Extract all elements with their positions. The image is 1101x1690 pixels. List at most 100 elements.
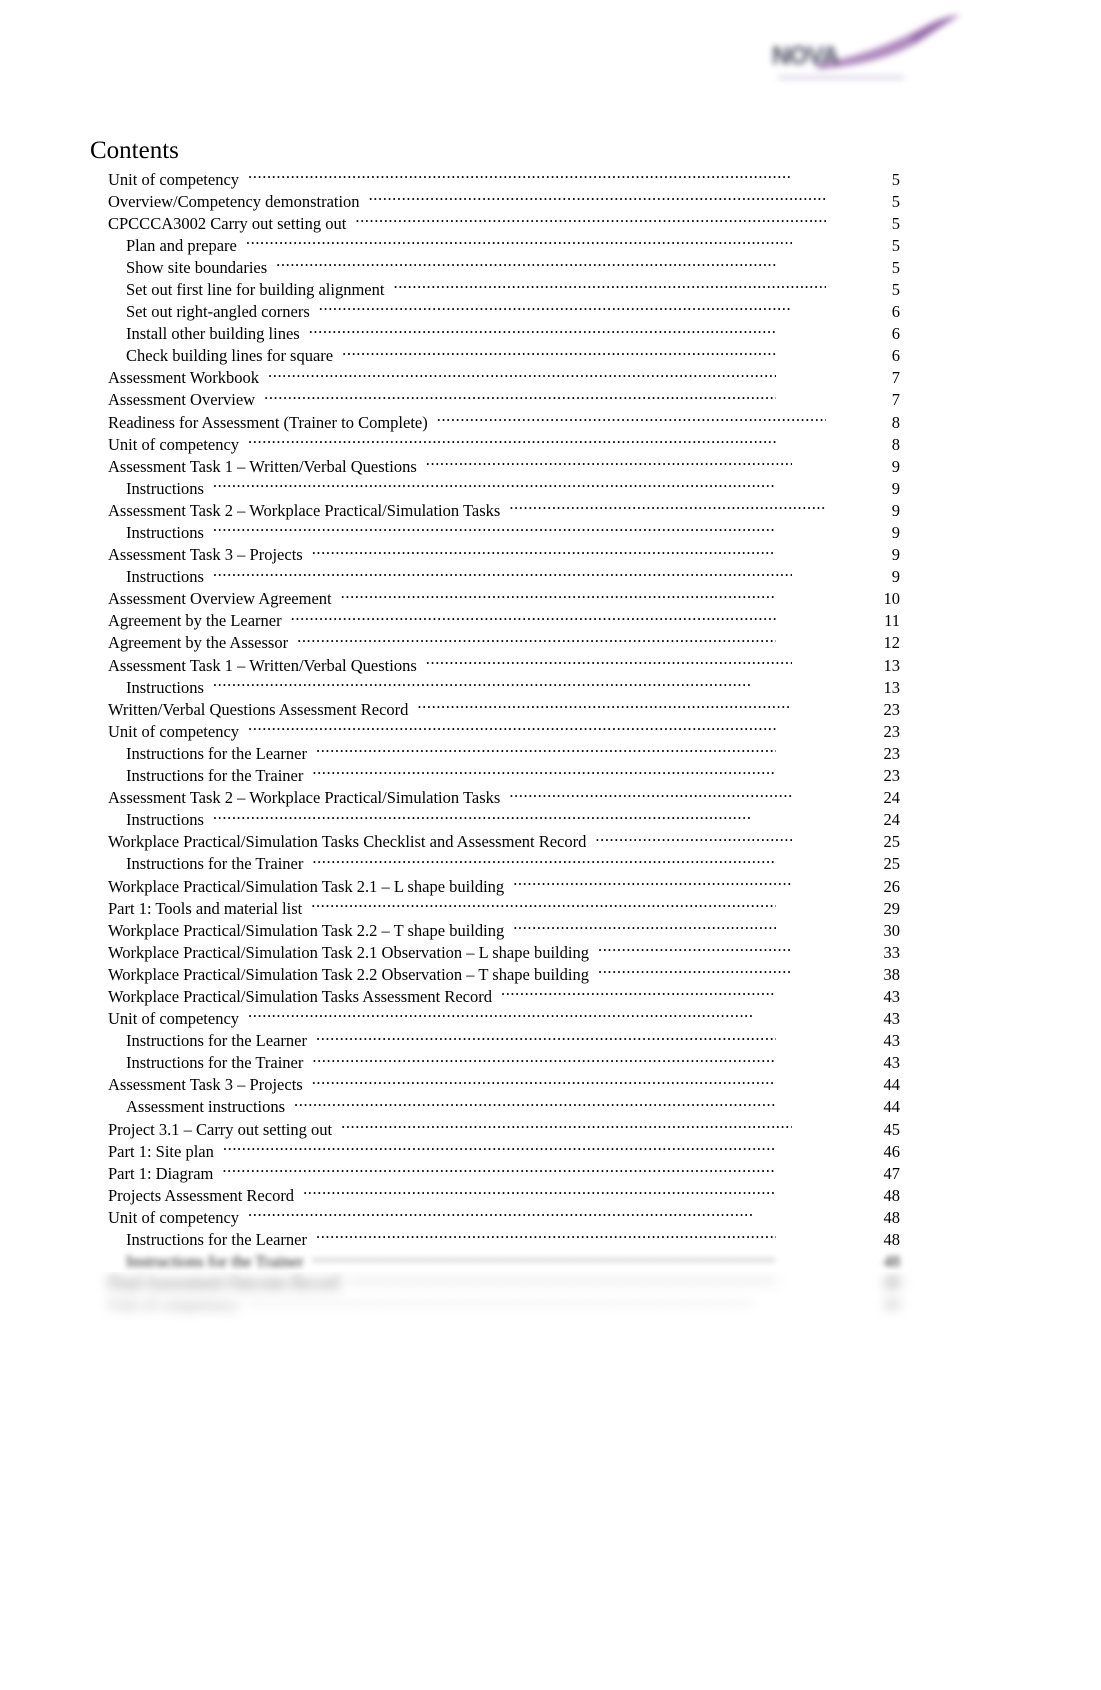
toc-entry-page-number: 46 (883, 1141, 901, 1161)
toc-dot-leader (355, 212, 826, 229)
toc-entry[interactable]: Workplace Practical/Simulation Task 2.2 … (108, 919, 900, 941)
toc-entry-page-number: 33 (883, 942, 901, 962)
toc-entry-label: Unit of competency (108, 1009, 240, 1029)
toc-entry-page-number: 11 (884, 611, 900, 631)
toc-entry[interactable]: Unit of competency 43 (108, 1008, 900, 1030)
toc-entry[interactable]: Plan and prepare 5 (126, 234, 900, 256)
toc-entry-page-number: 48 (883, 1207, 901, 1227)
toc-entry[interactable]: Instructions 9 (126, 477, 900, 499)
toc-dot-leader (501, 985, 776, 1002)
toc-entry[interactable]: Workplace Practical/Simulation Tasks Che… (108, 831, 900, 853)
toc-entry[interactable]: Overview/Competency demonstration 5 (108, 190, 900, 212)
toc-entry[interactable]: Show site boundaries 5 (126, 256, 900, 278)
toc-entry-page-number: 23 (883, 699, 901, 719)
page-title: Contents (90, 137, 179, 164)
toc-entry[interactable]: Projects Assessment Record 48 (108, 1184, 900, 1206)
toc-entry[interactable]: Assessment Task 1 – Written/Verbal Quest… (108, 455, 900, 477)
toc-entry-label: Assessment Task 2 – Workplace Practical/… (108, 788, 501, 808)
toc-entry-page-number: 24 (883, 788, 901, 808)
toc-entry-page-number: 43 (883, 986, 901, 1006)
toc-entry[interactable]: Readiness for Assessment (Trainer to Com… (108, 411, 900, 433)
toc-entry-page-number: 29 (883, 898, 901, 918)
toc-dot-leader (248, 1295, 752, 1312)
toc-entry[interactable]: Unit of competency 23 (108, 720, 900, 742)
toc-entry-label: Instructions (126, 478, 204, 498)
toc-entry-page-number: 9 (891, 456, 900, 476)
toc-entry[interactable]: Assessment Workbook 7 (108, 367, 900, 389)
toc-entry[interactable]: Assessment Task 1 – Written/Verbal Quest… (108, 654, 900, 676)
toc-entry-page-number: 44 (883, 1075, 901, 1095)
toc-entry[interactable]: Workplace Practical/Simulation Task 2.2 … (108, 963, 900, 985)
toc-entry[interactable]: Assessment Task 3 – Projects 9 (108, 544, 900, 566)
toc-entry[interactable]: Assessment instructions 44 (126, 1096, 900, 1118)
toc-entry[interactable]: Unit of competency 48 (108, 1206, 900, 1228)
toc-entry[interactable]: Install other building lines 6 (126, 323, 900, 345)
toc-entry[interactable]: Instructions 9 (126, 522, 900, 544)
toc-dot-leader (341, 1118, 792, 1135)
toc-entry-label: Instructions for the Trainer (126, 1252, 304, 1272)
toc-entry[interactable]: Instructions for the Trainer 23 (126, 765, 900, 787)
toc-entry[interactable]: Assessment Overview Agreement 10 (108, 588, 900, 610)
toc-entry[interactable]: Part 1: Diagram 47 (108, 1162, 900, 1184)
toc-entry[interactable]: Instructions for the Trainer 25 (126, 853, 900, 875)
toc-entry[interactable]: Assessment Task 2 – Workplace Practical/… (108, 499, 900, 521)
toc-dot-leader (246, 234, 792, 251)
toc-entry[interactable]: Instructions for the Learner 48 (126, 1229, 900, 1251)
toc-entry[interactable]: Instructions for the Learner 23 (126, 742, 900, 764)
toc-entry[interactable]: Agreement by the Assessor 12 (108, 632, 900, 654)
toc-entry-label: Plan and prepare (126, 235, 237, 255)
toc-dot-leader (319, 301, 792, 318)
toc-entry-label: Final Assessment Outcome Record (108, 1274, 340, 1294)
toc-entry[interactable]: Assessment Task 2 – Workplace Practical/… (108, 787, 900, 809)
toc-entry[interactable]: Workplace Practical/Simulation Task 2.1 … (108, 941, 900, 963)
toc-dot-leader (223, 1140, 776, 1157)
toc-entry[interactable]: Assessment Overview 7 (108, 389, 900, 411)
toc-entry[interactable]: Unit of competency 8 (108, 433, 900, 455)
toc-entry[interactable]: Written/Verbal Questions Assessment Reco… (108, 698, 900, 720)
toc-entry[interactable]: Check building lines for square 6 (126, 345, 900, 367)
toc-entry[interactable]: Instructions 24 (126, 809, 900, 831)
toc-entry[interactable]: Instructions 9 (126, 566, 900, 588)
toc-entry-page-number: 9 (891, 478, 900, 498)
toc-entry-label: Unit of competency (108, 434, 240, 454)
toc-entry[interactable]: Part 1: Tools and material list 29 (108, 897, 900, 919)
toc-dot-leader (509, 787, 792, 804)
toc-entry[interactable]: CPCCCA3002 Carry out setting out 5 (108, 212, 900, 234)
toc-entry[interactable]: Unit of competency 5 (108, 168, 900, 190)
toc-dot-leader (598, 963, 792, 980)
toc-entry[interactable]: Part 1: Site plan 46 (108, 1140, 900, 1162)
toc-entry[interactable]: Set out right-angled corners 6 (126, 301, 900, 323)
toc-entry[interactable]: Assessment Task 3 – Projects 44 (108, 1074, 900, 1096)
toc-dot-leader (248, 1206, 752, 1223)
toc-entry-label: Agreement by the Assessor (108, 633, 289, 653)
toc-entry-label: Workplace Practical/Simulation Tasks Che… (108, 832, 587, 852)
toc-entry-label: Check building lines for square (126, 346, 334, 366)
toc-entry[interactable]: Final Assessment Outcome Record 49 (108, 1273, 900, 1295)
toc-dot-leader (316, 742, 776, 759)
toc-entry[interactable]: Project 3.1 – Carry out setting out 45 (108, 1118, 900, 1140)
toc-entry[interactable]: Instructions for the Trainer 43 (126, 1052, 900, 1074)
toc-entry[interactable]: Workplace Practical/Simulation Task 2.1 … (108, 875, 900, 897)
toc-entry-page-number: 45 (883, 1119, 901, 1139)
toc-entry-list: Unit of competency5Overview/Competency d… (90, 168, 900, 1317)
toc-entry[interactable]: Set out first line for building alignmen… (126, 278, 900, 300)
toc-entry-page-number: 43 (883, 1031, 901, 1051)
toc-entry[interactable]: Unit of competency 49 (108, 1295, 900, 1317)
toc-entry-label: Workplace Practical/Simulation Task 2.2 … (108, 920, 505, 940)
toc-entry-label: Projects Assessment Record (108, 1185, 295, 1205)
toc-entry[interactable]: Instructions 13 (126, 676, 900, 698)
toc-dot-leader (426, 654, 792, 671)
toc-dot-leader (294, 1096, 776, 1113)
toc-entry[interactable]: Instructions for the Learner 43 (126, 1030, 900, 1052)
toc-entry-page-number: 23 (883, 766, 901, 786)
toc-entry[interactable]: Instructions for the Trainer 48 (126, 1251, 900, 1273)
toc-entry-label: Assessment Task 2 – Workplace Practical/… (108, 500, 501, 520)
toc-entry[interactable]: Workplace Practical/Simulation Tasks Ass… (108, 985, 900, 1007)
toc-entry-label: Unit of competency (108, 721, 240, 741)
toc-entry-label: Unit of competency (108, 1296, 240, 1316)
toc-dot-leader (309, 323, 776, 340)
toc-dot-leader (513, 875, 792, 892)
toc-entry[interactable]: Agreement by the Learner 11 (108, 610, 900, 632)
toc-entry-label: Workplace Practical/Simulation Tasks Ass… (108, 986, 492, 1006)
toc-entry-label: Written/Verbal Questions Assessment Reco… (108, 699, 409, 719)
